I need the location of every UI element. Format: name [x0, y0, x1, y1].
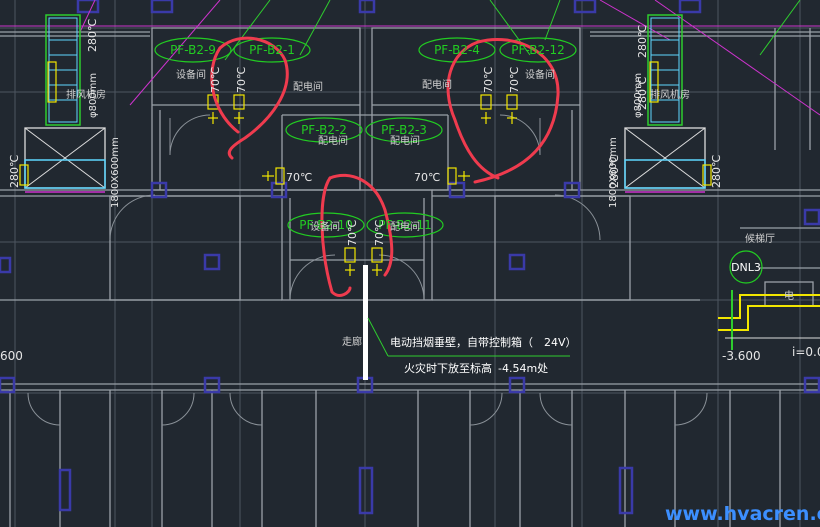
- room-label: 配电间: [390, 220, 420, 233]
- duct-dim: φ800mm: [633, 73, 644, 118]
- note-line-1-value: 24V）: [544, 336, 577, 349]
- tag-label: DNL3: [731, 261, 761, 274]
- room-label: 排风机房: [66, 88, 106, 101]
- duct-dim: φ800mm: [88, 73, 99, 118]
- room-label: 配电间: [422, 78, 452, 91]
- room-label: 走廊: [342, 335, 362, 348]
- room-label: 配电间: [318, 134, 348, 147]
- note-line-2-value: -4.54m处: [498, 362, 548, 375]
- damper-temp: 70℃: [209, 67, 222, 93]
- damper-temp: 280℃: [8, 155, 21, 188]
- damper-temp: 70℃: [286, 171, 312, 184]
- damper-temp: 70℃: [508, 67, 521, 93]
- duct-dim: 1800X600mm: [110, 137, 121, 208]
- room-label: 配电间: [390, 134, 420, 147]
- damper-temp: 70℃: [235, 67, 248, 93]
- damper-temp: 70℃: [373, 220, 386, 246]
- tag-label: PF-B2-1: [249, 43, 295, 57]
- damper-temp: 70℃: [482, 67, 495, 93]
- room-label: 候梯厅: [745, 232, 775, 245]
- level-label: i=0.0: [792, 345, 820, 359]
- damper-temp: 280℃: [710, 155, 723, 188]
- damper-temp: 280℃: [636, 25, 649, 58]
- duct-dim: 1800X600mm: [608, 137, 619, 208]
- cad-floor-plan: PF-B2-9 PF-B2-1 PF-B2-4 PF-B2-12 PF-B2-2…: [0, 0, 820, 527]
- note-line-2: 火灾时下放至标高: [404, 361, 492, 375]
- room-label: 配电间: [293, 80, 323, 93]
- watermark: www.hvacren.cn: [665, 503, 820, 525]
- note-line-1: 电动挡烟垂壁，自带控制箱（: [390, 335, 533, 349]
- tag-label: PF-B2-4: [434, 43, 480, 57]
- tag-label: PF-B2-2: [301, 123, 347, 137]
- room-label: 电: [784, 289, 794, 302]
- room-label: 排风机房: [650, 88, 690, 101]
- level-label: -3.600: [722, 349, 761, 363]
- tag-label: PF-B2-12: [511, 43, 565, 57]
- room-label: 设备间: [310, 220, 340, 233]
- damper-temp: 70℃: [346, 220, 359, 246]
- level-label: 600: [0, 349, 23, 363]
- room-label: 设备间: [176, 68, 206, 81]
- damper-temp: 70℃: [414, 171, 440, 184]
- tag-label: PF-B2-3: [381, 123, 427, 137]
- room-label: 设备间: [525, 68, 555, 81]
- drawing-background: [0, 0, 820, 527]
- tag-label: PF-B2-9: [170, 43, 216, 57]
- damper-temp: 280℃: [86, 19, 99, 52]
